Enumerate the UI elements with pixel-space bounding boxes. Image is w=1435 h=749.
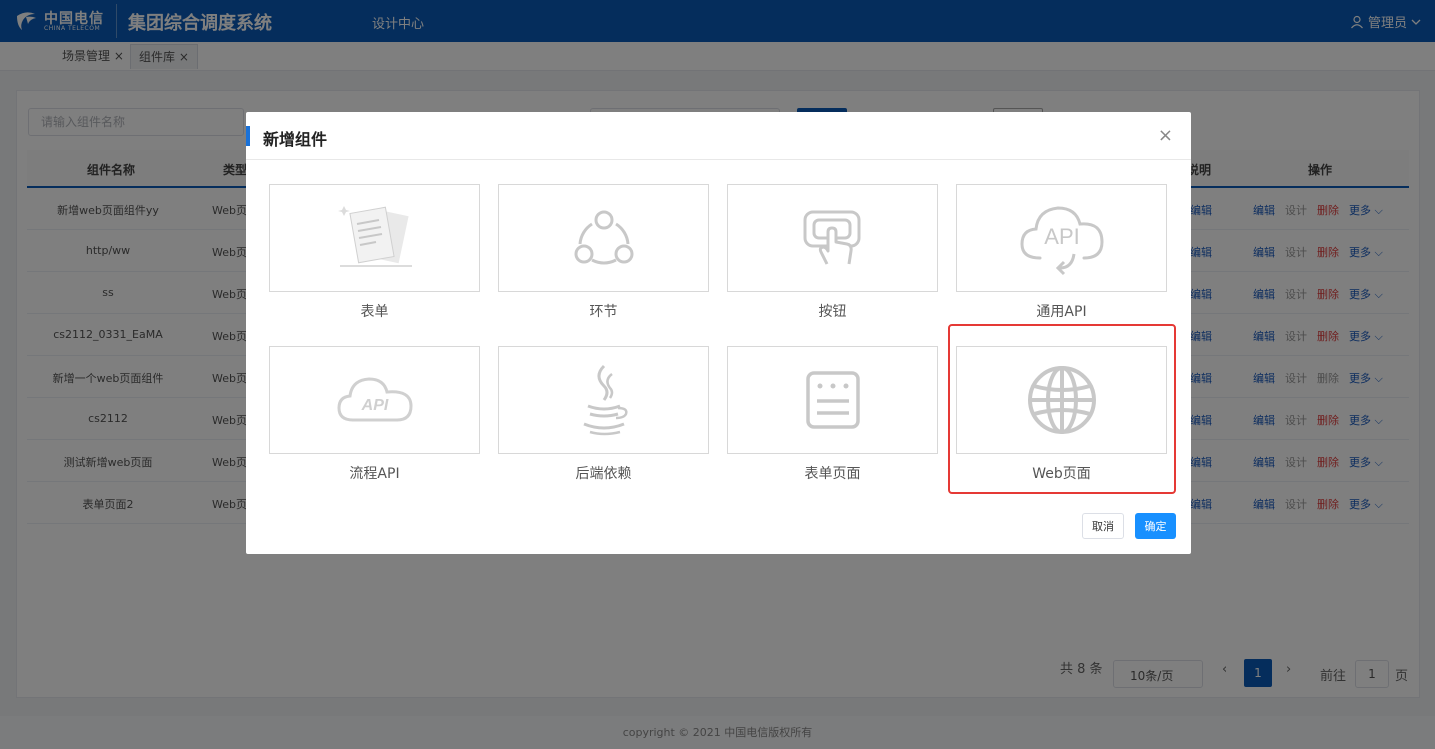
component-form-box [269, 184, 480, 292]
button-touch-icon [803, 210, 860, 265]
api-cloud-icon: API [1019, 206, 1104, 276]
component-label: 表单 [360, 304, 389, 320]
add-component-dialog: 新增组件 × 表单 环节 按钮 API 通用API API 流程API 后端依赖… [246, 112, 1191, 554]
confirm-button[interactable]: 确定 [1135, 513, 1176, 539]
node-link-icon [574, 210, 633, 265]
component-form-page-box [727, 346, 938, 454]
form-icon [337, 206, 412, 267]
component-label: 环节 [589, 304, 618, 320]
component-node-box [498, 184, 709, 292]
svg-text:API: API [360, 397, 388, 414]
component-web-page-box [956, 346, 1167, 454]
component-web-page[interactable]: Web页面 [956, 346, 1167, 486]
component-label: 通用API [1036, 304, 1087, 320]
component-backend-dependency[interactable]: 后端依赖 [498, 346, 709, 486]
component-form-page[interactable]: 表单页面 [727, 346, 938, 486]
component-general-api-box: API [956, 184, 1167, 292]
dialog-title: 新增组件 [263, 130, 328, 149]
java-icon [582, 364, 628, 436]
component-label: Web页面 [1032, 466, 1091, 482]
component-backend-dependency-box [498, 346, 709, 454]
process-api-icon: API [336, 377, 413, 422]
component-label: 按钮 [818, 304, 847, 320]
cancel-button[interactable]: 取消 [1082, 513, 1124, 539]
svg-text:API: API [1044, 224, 1079, 249]
close-icon[interactable]: × [1158, 126, 1173, 146]
component-label: 表单页面 [804, 466, 861, 482]
globe-icon [1027, 366, 1096, 434]
component-label: 流程API [349, 466, 400, 482]
component-general-api[interactable]: API 通用API [956, 184, 1167, 324]
dialog-title-accent [246, 126, 250, 146]
component-node[interactable]: 环节 [498, 184, 709, 324]
component-process-api-box: API [269, 346, 480, 454]
dialog-divider [246, 159, 1191, 160]
form-page-icon [805, 371, 860, 429]
component-process-api[interactable]: API 流程API [269, 346, 480, 486]
component-label: 后端依赖 [575, 466, 632, 482]
component-button-box [727, 184, 938, 292]
component-button[interactable]: 按钮 [727, 184, 938, 324]
component-form[interactable]: 表单 [269, 184, 480, 324]
